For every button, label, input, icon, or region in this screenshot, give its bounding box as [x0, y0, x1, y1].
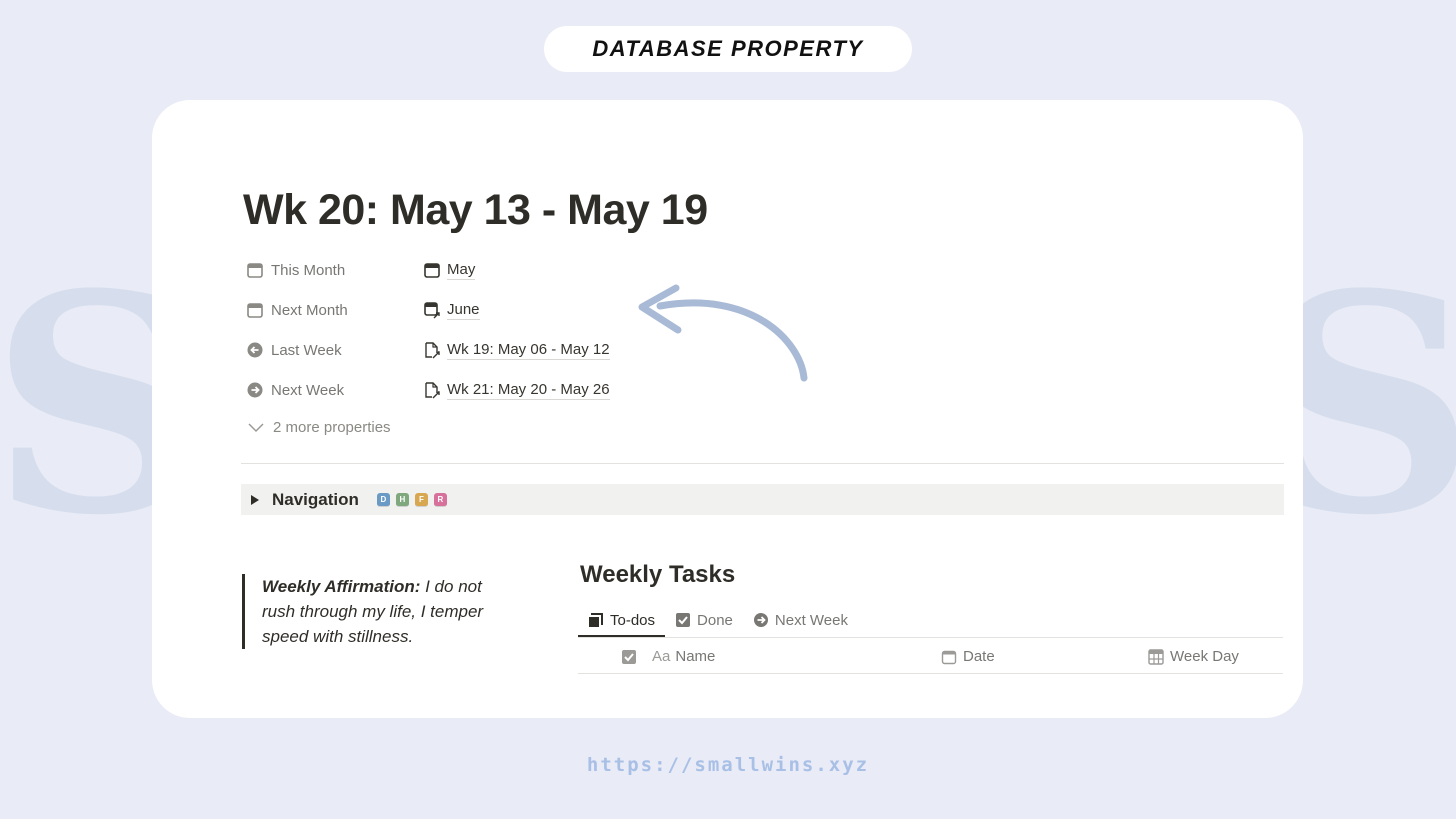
property-row-next-month: Next Month June	[246, 297, 480, 323]
weekly-tasks-title: Weekly Tasks	[580, 561, 736, 588]
footer-url[interactable]: https://smallwins.xyz	[0, 754, 1456, 776]
property-name[interactable]: Next Month	[246, 301, 423, 319]
divider	[241, 463, 1284, 464]
badge-f[interactable]: F	[414, 492, 428, 507]
tab-to-dos[interactable]: To-dos	[578, 605, 666, 637]
property-value[interactable]: June	[423, 301, 480, 320]
property-name[interactable]: Next Week	[246, 381, 423, 399]
property-value[interactable]: Wk 21: May 20 - May 26	[423, 381, 610, 400]
tab-label: Done	[697, 611, 733, 629]
checkbox-icon	[675, 612, 691, 628]
calendar-icon	[423, 261, 441, 279]
property-name-label: Next Week	[271, 381, 345, 399]
navigation-title: Navigation	[272, 489, 359, 509]
curved-arrow-icon	[638, 284, 808, 382]
checkbox-icon	[621, 649, 637, 665]
property-row-next-week: Next Week Wk 21: May 20 - May 26	[246, 377, 610, 403]
property-value[interactable]: Wk 19: May 06 - May 12	[423, 341, 610, 360]
property-value-link[interactable]: June	[447, 301, 480, 320]
property-value[interactable]: May	[423, 261, 476, 280]
badge-r[interactable]: R	[433, 492, 447, 507]
calendar-icon	[246, 301, 264, 319]
affirmation-quote: Weekly Affirmation: I do not rush throug…	[242, 574, 512, 649]
more-properties-toggle[interactable]: 2 more properties	[247, 418, 391, 436]
property-value-link[interactable]: May	[447, 261, 476, 280]
more-properties-label: 2 more properties	[273, 418, 391, 436]
tab-label: To-dos	[610, 611, 656, 629]
property-name[interactable]: This Month	[246, 261, 423, 279]
column-name[interactable]: Aa Name	[652, 640, 715, 673]
property-value-link[interactable]: Wk 21: May 20 - May 26	[447, 381, 610, 400]
column-label: Name	[675, 648, 716, 665]
calendar-icon	[246, 261, 264, 279]
affirmation-label: Weekly Affirmation:	[262, 577, 421, 596]
tasks-table-header: Aa Name Date Week Day	[578, 640, 1283, 674]
header-label: DATABASE PROPERTY	[592, 36, 864, 61]
property-name-label: Last Week	[271, 341, 342, 359]
column-label: Week Day	[1170, 648, 1239, 665]
column-week-day[interactable]: Week Day	[1148, 640, 1239, 673]
badge-h[interactable]: H	[395, 492, 409, 507]
header-pill: DATABASE PROPERTY	[544, 26, 912, 72]
property-name[interactable]: Last Week	[246, 341, 423, 359]
calendar-icon	[941, 649, 957, 665]
navigation-badges: D H F R	[376, 492, 447, 507]
arrow-right-circle-icon	[753, 612, 769, 628]
tab-done[interactable]: Done	[665, 605, 743, 635]
tasks-view-tabs: To-dos Done Next Week	[578, 605, 1283, 638]
badge-d[interactable]: D	[376, 492, 390, 507]
stack-icon	[588, 612, 604, 628]
property-name-label: This Month	[271, 261, 346, 279]
navigation-toggle-block[interactable]: Navigation D H F R	[241, 484, 1284, 515]
arrow-right-circle-icon	[246, 381, 264, 399]
arrow-left-circle-icon	[246, 341, 264, 359]
text-type-icon: Aa	[652, 648, 671, 665]
column-checkbox[interactable]	[621, 640, 643, 673]
column-date[interactable]: Date	[941, 640, 995, 673]
calendar-arrow-icon	[423, 301, 441, 319]
property-row-this-month: This Month May	[246, 257, 476, 283]
table-icon	[1148, 648, 1164, 665]
column-label: Date	[963, 648, 995, 665]
property-value-link[interactable]: Wk 19: May 06 - May 12	[447, 341, 610, 360]
property-row-last-week: Last Week Wk 19: May 06 - May 12	[246, 337, 610, 363]
tab-next-week[interactable]: Next Week	[743, 605, 858, 635]
page-link-icon	[423, 341, 441, 359]
property-name-label: Next Month	[271, 301, 348, 319]
tab-label: Next Week	[774, 611, 848, 629]
chevron-down-icon	[247, 418, 265, 436]
triangle-right-icon[interactable]	[250, 494, 260, 506]
page-link-icon	[423, 381, 441, 399]
page-title[interactable]: Wk 20: May 13 - May 19	[243, 186, 708, 235]
notion-page-card: Wk 20: May 13 - May 19 This Month May Ne…	[152, 100, 1303, 718]
